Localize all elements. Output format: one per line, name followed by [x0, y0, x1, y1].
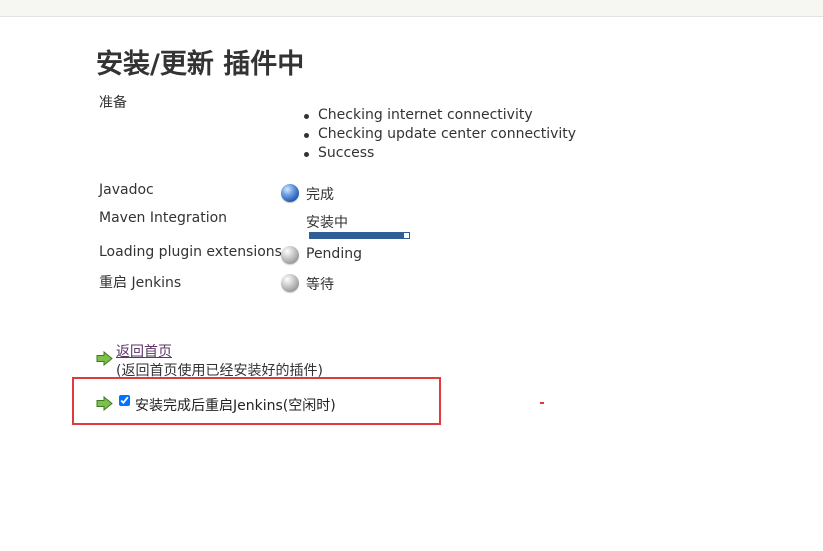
job-status-loading-plugin-extensions: Pending [306, 246, 362, 262]
grey-ball-icon [281, 246, 299, 264]
job-status-maven-integration: 安装中 [306, 215, 348, 231]
grey-ball-icon [281, 274, 299, 292]
red-mark [540, 402, 544, 404]
job-name-restart-jenkins: 重启 Jenkins [99, 275, 182, 291]
job-name-javadoc: Javadoc [99, 182, 154, 198]
back-to-home-link[interactable]: 返回首页 [116, 341, 172, 361]
job-status-restart-jenkins: 等待 [306, 277, 334, 293]
job-name-maven-integration: Maven Integration [99, 210, 228, 226]
top-bar [0, 0, 823, 17]
list-item: Success [303, 144, 576, 163]
page-title: 安装/更新 插件中 [96, 49, 305, 80]
preparation-label: 准备 [99, 95, 127, 111]
job-name-loading-plugin-extensions: Loading plugin extensions [99, 244, 282, 260]
restart-when-done-label[interactable]: 安装完成后重启Jenkins(空闲时) [135, 395, 336, 415]
install-progress-bar [309, 232, 410, 239]
connectivity-check-list: Checking internet connectivity Checking … [303, 106, 577, 163]
job-status-javadoc: 完成 [306, 187, 334, 203]
blue-ball-icon [281, 184, 299, 202]
green-arrow-icon [96, 351, 113, 366]
install-progress-fill [310, 233, 405, 238]
list-item: Checking update center connectivity [303, 126, 577, 142]
restart-when-done-checkbox[interactable] [119, 395, 130, 406]
green-arrow-icon [96, 396, 113, 411]
list-item: Checking internet connectivity [303, 106, 576, 125]
